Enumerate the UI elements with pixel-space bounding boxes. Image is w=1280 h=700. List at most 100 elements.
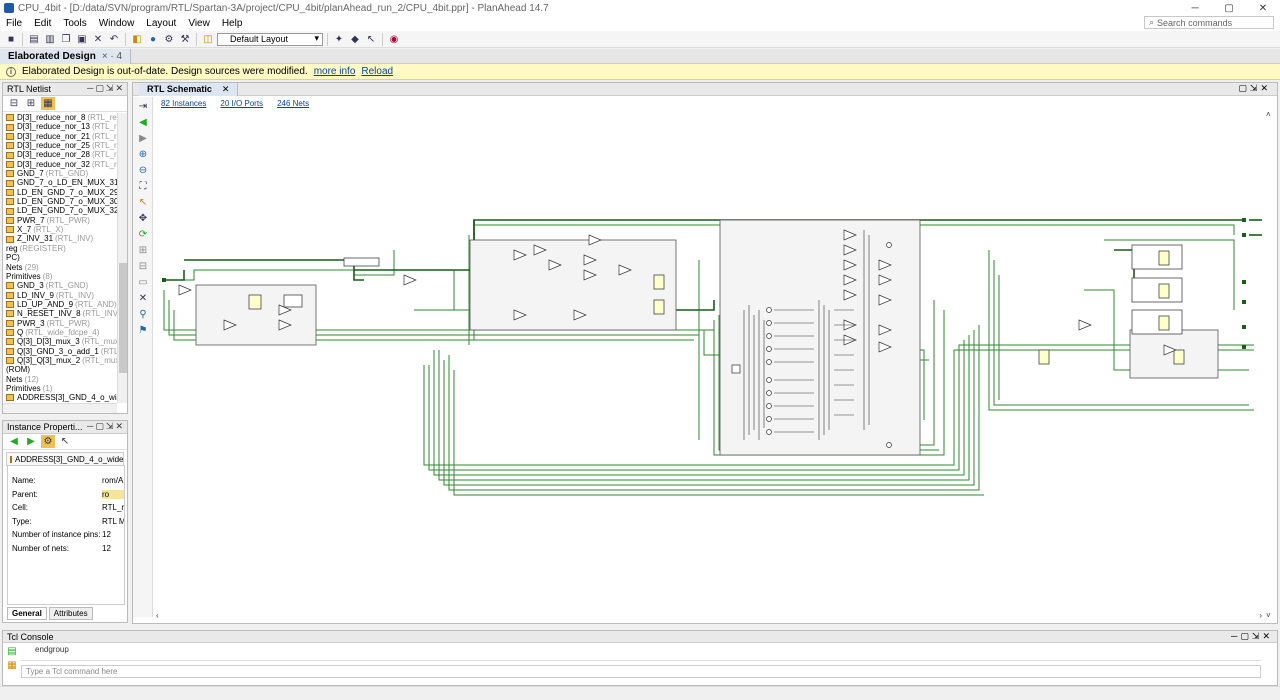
undo-icon[interactable]: ↶ <box>107 33 121 46</box>
menu-edit[interactable]: Edit <box>28 18 57 29</box>
netlist-tree-item[interactable]: LD_UP_AND_9 (RTL_AND) <box>3 300 117 309</box>
open-icon[interactable]: ▤ <box>27 33 41 46</box>
menu-help[interactable]: Help <box>216 18 249 29</box>
expand-cone-icon[interactable]: ⊞ <box>136 243 150 257</box>
back-arrow-icon[interactable]: ◀ <box>136 115 150 129</box>
collapse-cone-icon[interactable]: ⊟ <box>136 259 150 273</box>
back-icon[interactable]: ◀ <box>7 435 21 448</box>
netlist-tree-item[interactable]: PWR_3 (RTL_PWR) <box>3 319 117 328</box>
layout-select[interactable]: Default Layout <box>217 32 323 46</box>
expand-all-icon[interactable]: ⊞ <box>24 97 38 110</box>
netlist-hscrollbar[interactable] <box>3 403 117 413</box>
pointer-icon[interactable]: ↖ <box>364 33 378 46</box>
save-icon[interactable]: ■ <box>4 33 18 46</box>
paste-icon[interactable]: ▣ <box>75 33 89 46</box>
show-hierarchy-icon[interactable]: ▦ <box>41 97 55 110</box>
close-button[interactable]: ✕ <box>1246 0 1280 16</box>
schematic-hscrollbar[interactable]: ‹ › <box>154 611 1274 621</box>
netlist-tree-item[interactable]: LD_EN_GND_7_o_MUX_29(RT <box>3 188 117 197</box>
netlist-tree-item[interactable]: Primitives (8) <box>3 272 117 281</box>
marker-icon[interactable]: ◆ <box>348 33 362 46</box>
netlist-tree-item[interactable]: Z_INV_31 (RTL_INV) <box>3 234 117 243</box>
netlist-tree-item[interactable]: D[3]_reduce_nor_28(RTL_redu <box>3 150 117 159</box>
copy-icon[interactable]: ❐ <box>59 33 73 46</box>
console-options-icon[interactable]: ▦ <box>5 659 19 672</box>
schematic-vscrollbar[interactable]: ˄ ˅ <box>1266 110 1276 620</box>
synthesis-icon[interactable]: ◧ <box>130 33 144 46</box>
netlist-tree-item[interactable]: Q[3]_Q[3]_mux_2(RTL_mux_6 <box>3 356 117 365</box>
instances-link[interactable]: 82 Instances <box>161 99 206 108</box>
schematic-panel-controls[interactable]: ▢⇲✕ <box>1238 83 1271 94</box>
panel-controls[interactable]: ─▢⇲✕ <box>87 83 125 94</box>
select-icon[interactable]: ↖ <box>58 435 72 448</box>
netlist-tree-item[interactable]: GND_3 (RTL_GND) <box>3 281 117 290</box>
netlist-tree-item[interactable]: Nets (29) <box>3 263 117 272</box>
zoom-out-icon[interactable]: ⊖ <box>136 163 150 177</box>
mark-icon[interactable]: ⚑ <box>136 323 150 337</box>
delete-icon[interactable]: ✕ <box>91 33 105 46</box>
netlist-tree-item[interactable]: Q[3]_GND_3_o_add_1(RTL_add <box>3 347 117 356</box>
netlist-tree-item[interactable]: D[3]_reduce_nor_21(RTL_redu <box>3 132 117 141</box>
netlist-tree-item[interactable]: LD_EN_GND_7_o_MUX_32(RT <box>3 206 117 215</box>
tab-rtl-schematic[interactable]: RTL Schematic ✕ <box>139 82 239 96</box>
netlist-tree-item[interactable]: PWR_7 (RTL_PWR) <box>3 216 117 225</box>
netlist-tree-item[interactable]: LD_INV_9 (RTL_INV) <box>3 291 117 300</box>
zoom-in-icon[interactable]: ⊕ <box>136 147 150 161</box>
reload-link[interactable]: Reload <box>361 66 393 77</box>
netlist-tree-item[interactable]: Q[3]_D[3]_mux_3(RTL_mux_6 <box>3 337 117 346</box>
menu-tools[interactable]: Tools <box>57 18 92 29</box>
save-all-icon[interactable]: ▥ <box>43 33 57 46</box>
netlist-tree-item[interactable]: D[3]_reduce_nor_32(RTL_redu <box>3 160 117 169</box>
clear-console-icon[interactable]: ▤ <box>5 645 19 658</box>
netlist-tree-item[interactable]: D[3]_reduce_nor_25(RTL_redu <box>3 141 117 150</box>
forward-arrow-icon[interactable]: ▶ <box>136 131 150 145</box>
schematic-canvas[interactable] <box>154 110 1268 608</box>
zoom-fit-icon[interactable]: ⛶ <box>136 179 150 193</box>
schematic-tab-close[interactable]: ✕ <box>222 84 230 95</box>
netlist-tree-item[interactable]: reg (REGISTER) <box>3 244 117 253</box>
netlist-tree-item[interactable]: (ROM) <box>3 365 117 374</box>
menu-file[interactable]: File <box>0 18 28 29</box>
pan-icon[interactable]: ✥ <box>136 211 150 225</box>
menu-window[interactable]: Window <box>93 18 141 29</box>
netlist-tree-item[interactable]: GND_7 (RTL_GND) <box>3 169 117 178</box>
netlist-tree-item[interactable]: PC) <box>3 253 117 262</box>
hide-icon[interactable]: ▭ <box>136 275 150 289</box>
tab-general[interactable]: General <box>7 607 47 620</box>
run-icon[interactable]: ● <box>146 33 160 46</box>
netlist-tree-item[interactable]: D[3]_reduce_nor_13(RTL_redu <box>3 122 117 131</box>
netlist-tree-item[interactable]: LD_EN_GND_7_o_MUX_30(RT <box>3 197 117 206</box>
menu-layout[interactable]: Layout <box>140 18 182 29</box>
minimize-button[interactable]: ─ <box>1178 0 1212 16</box>
maximize-button[interactable]: ▢ <box>1212 0 1246 16</box>
netlist-tree[interactable]: D[3]_reduce_nor_8(RTL_reducD[3]_reduce_n… <box>3 113 117 413</box>
netlist-tree-item[interactable]: Q (RTL_wide_fdcpe_4) <box>3 328 117 337</box>
tab-elaborated-design[interactable]: Elaborated Design × · 4 <box>0 48 132 64</box>
forward-icon[interactable]: ▶ <box>24 435 38 448</box>
netlist-tree-item[interactable]: Primitives (1) <box>3 384 117 393</box>
netlist-scrollbar[interactable] <box>117 113 127 403</box>
route-icon[interactable]: ⚲ <box>136 307 150 321</box>
properties-icon[interactable]: ⚙ <box>41 435 55 448</box>
refresh-icon[interactable]: ⟳ <box>136 227 150 241</box>
settings-icon[interactable]: ⚙ <box>162 33 176 46</box>
search-input[interactable]: ⌕ Search commands <box>1144 16 1274 29</box>
nets-link[interactable]: 246 Nets <box>277 99 309 108</box>
netlist-tree-item[interactable]: N_RESET_INV_8 (RTL_INV) <box>3 309 117 318</box>
tools-icon[interactable]: ⚒ <box>178 33 192 46</box>
more-info-link[interactable]: more info <box>314 66 356 77</box>
design-tab-close[interactable]: × · 4 <box>102 51 122 62</box>
pin-icon[interactable]: ✦ <box>332 33 346 46</box>
help-icon[interactable]: ◉ <box>387 33 401 46</box>
netlist-tree-item[interactable]: Nets (12) <box>3 375 117 384</box>
collapse-all-icon[interactable]: ⊟ <box>7 97 21 110</box>
menu-view[interactable]: View <box>182 18 216 29</box>
tcl-command-input[interactable]: Type a Tcl command here <box>21 665 1261 678</box>
netlist-tree-item[interactable]: ADDRESS[3]_GND_4_o_wide_n <box>3 393 117 402</box>
properties-panel-controls[interactable]: ─▢⇲✕ <box>87 421 125 432</box>
netlist-tree-item[interactable]: D[3]_reduce_nor_8(RTL_reduc <box>3 113 117 122</box>
tab-attributes[interactable]: Attributes <box>48 607 93 620</box>
select-tool-icon[interactable]: ↖ <box>136 195 150 209</box>
netlist-tree-item[interactable]: X_7 (RTL_X) <box>3 225 117 234</box>
remove-icon[interactable]: ✕ <box>136 291 150 305</box>
